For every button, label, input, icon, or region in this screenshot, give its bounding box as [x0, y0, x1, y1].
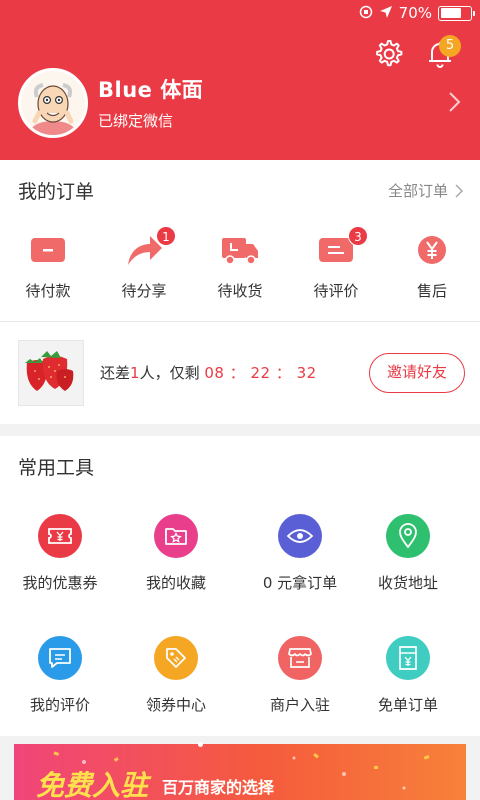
order-tab-after-sales[interactable]: 售后: [384, 232, 480, 301]
battery-percent: 70%: [398, 4, 432, 22]
order-tab-pending-review[interactable]: 3 待评价: [288, 226, 384, 301]
store-icon: [278, 636, 322, 680]
location-arrow-icon: [379, 5, 393, 22]
group-buy-card: 还差1人，仅剩 08 ： 22 ： 32 邀请好友: [0, 322, 480, 424]
tool-label: 收货地址: [377, 574, 438, 592]
wallet-icon: [31, 238, 65, 262]
invite-friends-button[interactable]: 邀请好友: [369, 353, 465, 393]
chevron-right-icon[interactable]: [444, 90, 464, 114]
avatar[interactable]: [18, 68, 88, 138]
tool-label: 0 元拿订单: [262, 574, 338, 592]
free-order-icon: [386, 636, 430, 680]
order-tab-pending-share[interactable]: 1 待分享: [96, 226, 192, 301]
tool-label: 我的优惠券: [22, 574, 98, 592]
chevron-right-icon: [455, 183, 464, 198]
tool-label: 我的评价: [29, 696, 90, 714]
group-buy-remaining-count: 1: [130, 364, 140, 382]
group-buy-status: 还差1人，仅剩 08 ： 22 ： 32: [100, 362, 317, 383]
truck-icon: [222, 238, 258, 265]
order-count-badge: 1: [156, 226, 176, 246]
cartoon-avatar-icon: [21, 71, 85, 135]
order-tab-label: 待收货: [217, 282, 263, 300]
banner-subtitle: 百万商家的选择: [162, 778, 275, 797]
status-bar: 70%: [359, 0, 480, 26]
order-tab-pending-receipt[interactable]: 待收货: [192, 232, 288, 301]
order-tab-label: 待评价: [313, 282, 359, 300]
tool-my-coupons[interactable]: 我的优惠券: [0, 514, 120, 593]
tool-coupon-center[interactable]: 领券中心: [116, 636, 236, 715]
tool-label: 我的收藏: [145, 574, 206, 592]
order-tab-label: 售后: [416, 282, 447, 300]
tool-my-favorites[interactable]: 我的收藏: [116, 514, 236, 593]
order-tab-label: 待付款: [25, 282, 71, 300]
banner-pagination-dot[interactable]: [198, 742, 203, 747]
countdown-timer: 08 ： 22 ： 32: [204, 364, 317, 382]
tool-label: 领券中心: [145, 696, 206, 714]
tool-merchant-join[interactable]: 商户入驻: [240, 636, 360, 715]
tag-icon: [154, 636, 198, 680]
order-count-badge: 3: [348, 226, 368, 246]
banner-title: 免费入驻: [36, 769, 149, 800]
order-tab-label: 待分享: [121, 282, 167, 300]
group-buy-prefix: 还差: [100, 364, 131, 382]
strawberry-product-image[interactable]: [18, 340, 84, 406]
wechat-binding-status: 已绑定微信: [98, 112, 174, 130]
tool-free-orders[interactable]: 0 元拿订单: [240, 514, 360, 593]
profile-header: 70% 5 Blue 体面 已绑定微信: [0, 0, 480, 160]
group-buy-middle: 人，仅剩: [139, 364, 200, 382]
tool-my-reviews[interactable]: 我的评价: [0, 636, 120, 715]
order-tab-pending-payment[interactable]: 待付款: [0, 232, 96, 301]
promo-banner[interactable]: 免费入驻 百万商家的选择: [14, 744, 466, 800]
battery-icon: [438, 5, 475, 21]
all-orders-link[interactable]: 全部订单: [388, 180, 464, 201]
message-icon: [38, 636, 82, 680]
tool-delivery-address[interactable]: 收货地址: [348, 514, 468, 593]
tool-label: 商户入驻: [269, 696, 330, 714]
yuan-icon: [418, 236, 446, 264]
settings-gear-icon[interactable]: [372, 38, 404, 70]
star-folder-icon: [154, 514, 198, 558]
username[interactable]: Blue 体面: [98, 74, 203, 104]
orders-title: 我的订单: [18, 181, 95, 203]
tool-free-order-list[interactable]: 免单订单: [348, 636, 468, 715]
rotation-lock-icon: [359, 5, 373, 22]
location-pin-icon: [386, 514, 430, 558]
tools-title: 常用工具: [18, 457, 95, 479]
tool-label: 免单订单: [377, 696, 438, 714]
all-orders-label: 全部订单: [387, 182, 448, 200]
coupon-icon: [38, 514, 82, 558]
eye-icon: [278, 514, 322, 558]
strawberry-icon: [19, 341, 83, 405]
notification-badge: 5: [439, 35, 461, 57]
